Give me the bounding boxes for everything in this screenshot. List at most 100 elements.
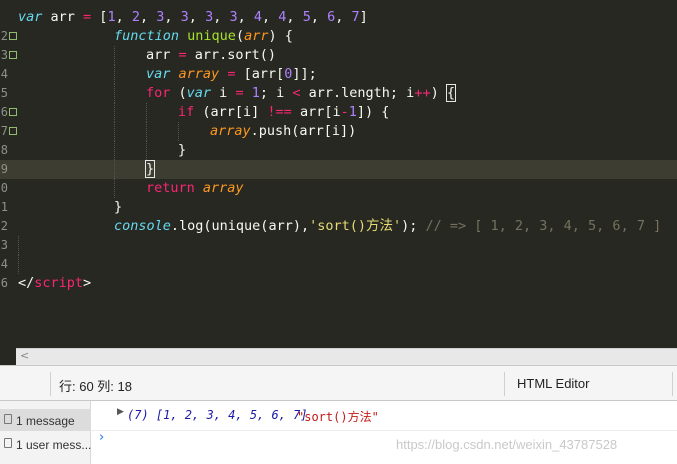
code-line-1[interactable]: var arr = [1, 2, 3, 3, 3, 3, 4, 4, 5, 6,… [0,8,677,27]
token-text: arr.length; i [300,85,415,101]
code-line-6[interactable]: 6 if (arr[i] !== arr[i-1]) { [0,103,677,122]
bracket-match: } [144,160,156,178]
line-number: 9 [0,162,8,176]
indent-guide [114,122,115,141]
code-content: } [114,198,122,217]
devtools-console: 1 message 1 user mess... ▶ (7) [1, 2, 3,… [0,401,677,464]
line-number: 5 [0,86,8,100]
code-content: </script> [18,274,91,293]
token-text: ; i [259,85,293,101]
indent-guide [114,141,115,160]
token-number: 3 [156,9,165,25]
sidebar-item-messages[interactable]: 1 message [0,409,91,431]
token-text: [arr[ [235,66,285,82]
indent-guide [114,160,115,179]
token-text: (arr[i] [194,104,268,120]
indent-guide [146,122,147,141]
fold-marker-icon[interactable] [9,51,17,59]
code-content: } [144,160,156,179]
code-line-12[interactable]: 2 console.log(unique(arr),'sort()方法'); /… [0,217,677,236]
line-number: 0 [0,181,8,195]
line-number: 1 [0,200,8,214]
indent-guide [114,84,115,103]
token-text: arr[i [291,104,341,120]
code-content: for (var i = 1; i < arr.length; i++) { [146,84,457,103]
code-content: var array = [arr[0]]; [146,65,317,84]
token-text: .push(arr[i]) [250,123,357,139]
code-line-2[interactable]: 2 function unique(arr) { [0,27,677,46]
sidebar-item-user-messages[interactable]: 1 user mess... [0,433,91,455]
indent-guide [146,141,147,160]
cursor-position: 行: 60 列: 18 [59,379,132,394]
log-string-value: "sort()方法" [297,410,379,424]
code-editor[interactable]: var arr = [1, 2, 3, 3, 3, 3, 4, 4, 5, 6,… [0,0,677,348]
code-line-5[interactable]: 5 for (var i = 1; i < arr.length; i++) { [0,84,677,103]
fold-marker-icon[interactable] [9,108,17,116]
console-sidebar: 1 message 1 user mess... [0,401,91,464]
horizontal-scrollbar[interactable]: < [16,348,677,365]
token-keyword: return [146,180,195,196]
token-number: 5 [302,9,311,25]
code-line-4[interactable]: 4 var array = [arr[0]]; [0,65,677,84]
token-number: 1 [107,9,116,25]
code-line-8[interactable]: 8 } [0,141,677,160]
token-text: </ [18,275,35,291]
console-prompt-icon[interactable]: › [99,430,104,445]
line-number: 8 [0,143,8,157]
log-array-value[interactable]: (7) [1, 2, 3, 4, 5, 6, 7] [127,408,308,422]
token-function: unique [187,28,236,44]
code-line-3[interactable]: 3 arr = arr.sort() [0,46,677,65]
fold-marker-icon[interactable] [9,32,17,40]
code-line-9-active[interactable]: 9 } [0,160,677,179]
indent-guide [146,103,147,122]
token-text: ); [401,218,426,234]
token-string: 'sort()方法' [309,218,402,234]
code-line-15[interactable]: 6 </script> [0,274,677,293]
line-number: 4 [0,257,8,271]
line-number: 6 [0,105,8,119]
token-keyword: var [186,85,212,101]
token-text: > [83,275,92,291]
token-keyword: for [146,85,171,101]
status-divider [504,372,505,396]
line-number: 3 [0,238,8,252]
expand-triangle-icon[interactable]: ▶ [117,407,124,417]
console-log-entry[interactable]: ▶ (7) [1, 2, 3, 4, 5, 6, 7] "sort()方法" [91,406,677,431]
token-operator: = [83,9,92,25]
status-divider [672,372,673,396]
token-keyword: var [18,9,43,25]
token-text: } [178,142,187,158]
token-number: 4 [278,9,287,25]
scroll-left-arrow-icon[interactable]: < [20,349,29,362]
indent-guide [114,65,115,84]
code-line-7[interactable]: 7 array.push(arr[i]) [0,122,677,141]
indent-guide [18,255,19,274]
code-content: function unique(arr) { [114,27,293,46]
code-content: array.push(arr[i]) [210,122,356,141]
code-line-10[interactable]: 0 return array [0,179,677,198]
indent-guide [114,179,115,198]
token-text: ] [359,9,368,25]
code-line-11[interactable]: 1 } [0,198,677,217]
token-operator: !== [267,104,292,120]
code-line-13[interactable]: 3 [0,236,677,255]
editor-mode[interactable]: HTML Editor [517,376,589,391]
indent-guide [18,236,19,255]
token-operator: = [178,47,187,63]
console-output: ▶ (7) [1, 2, 3, 4, 5, 6, 7] "sort()方法" › [91,401,677,464]
token-number: 3 [229,9,238,25]
token-text: ( [170,85,187,101]
token-keyword: console [114,218,171,234]
fold-marker-icon[interactable] [9,127,17,135]
token-variable: array [178,66,220,82]
token-text: ) [430,85,447,101]
sidebar-item-label: 1 message [16,414,75,428]
token-text: } [114,199,123,215]
code-content: if (arr[i] !== arr[i-1]) { [178,103,389,122]
code-line-14[interactable]: 4 [0,255,677,274]
token-operator: ++ [414,85,431,101]
token-number: 1 [251,85,260,101]
token-param: arr [244,28,269,44]
line-number: 4 [0,67,8,81]
